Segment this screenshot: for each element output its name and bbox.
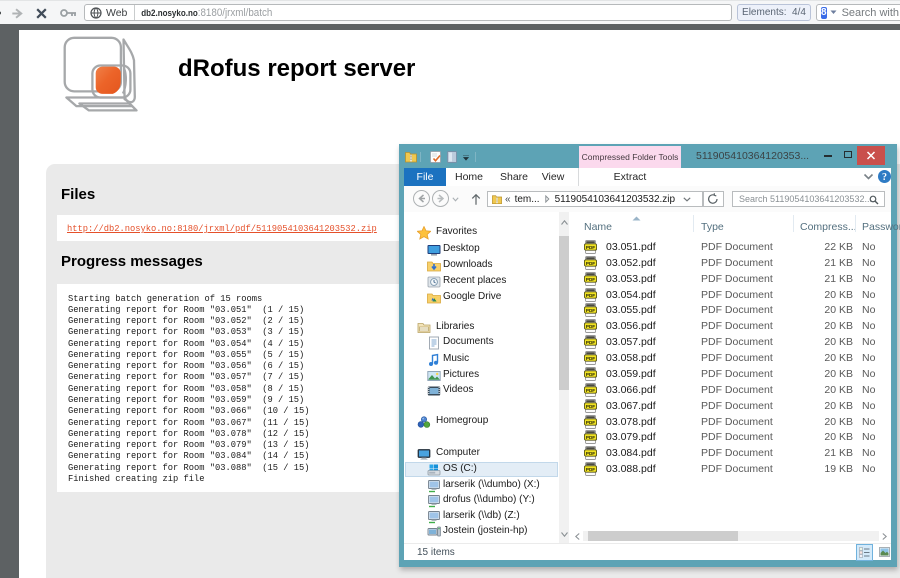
svg-text:PDF: PDF <box>586 356 595 361</box>
svg-text:PDF: PDF <box>586 420 595 425</box>
svg-text:PDF: PDF <box>586 451 595 456</box>
svg-text:PDF: PDF <box>586 404 595 409</box>
svg-text:PDF: PDF <box>586 467 595 472</box>
svg-text:PDF: PDF <box>586 340 595 345</box>
svg-text:PDF: PDF <box>586 324 595 329</box>
svg-text:PDF: PDF <box>586 261 595 266</box>
svg-text:PDF: PDF <box>586 277 595 282</box>
svg-text:PDF: PDF <box>586 435 595 440</box>
svg-text:PDF: PDF <box>586 372 595 377</box>
svg-text:PDF: PDF <box>586 245 595 250</box>
svg-text:PDF: PDF <box>586 388 595 393</box>
svg-text:?: ? <box>882 172 887 183</box>
svg-text:PDF: PDF <box>586 308 595 313</box>
svg-text:PDF: PDF <box>586 293 595 298</box>
